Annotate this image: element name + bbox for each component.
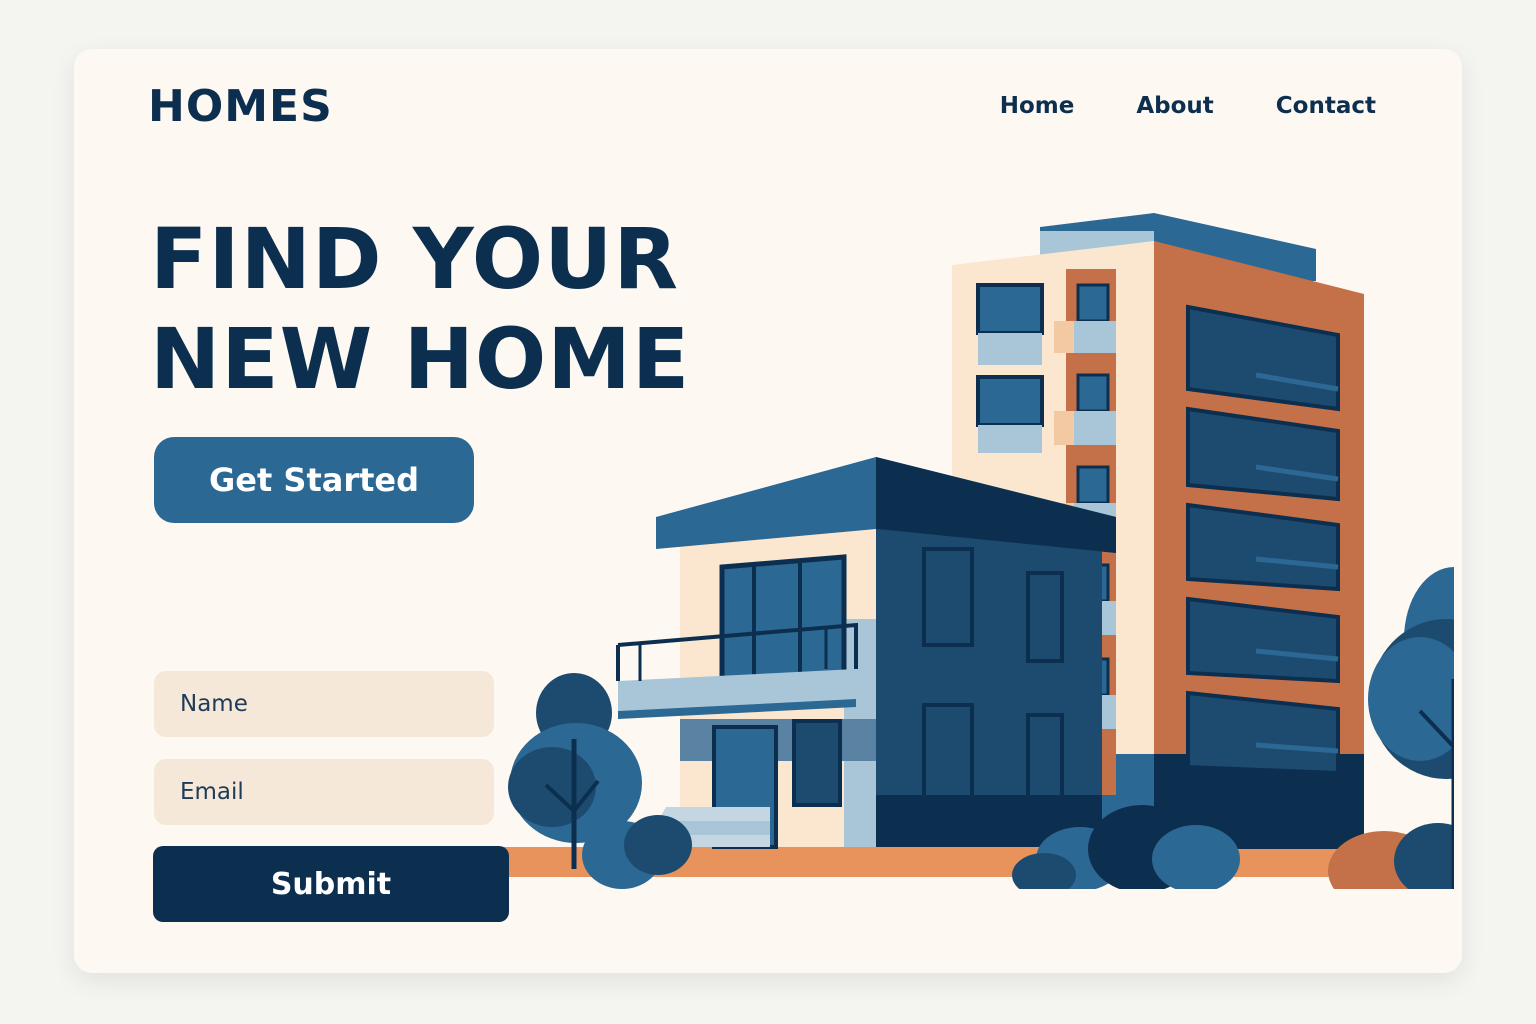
email-field[interactable]	[154, 759, 494, 825]
top-nav: Home About Contact	[1000, 93, 1376, 119]
get-started-button[interactable]: Get Started	[154, 437, 474, 523]
nav-about-link[interactable]: About	[1136, 93, 1213, 119]
submit-button[interactable]: Submit	[153, 846, 509, 922]
buildings-illustration-icon	[494, 213, 1454, 889]
landing-card: HOMES Home About Contact FIND YOUR NEW H…	[74, 49, 1462, 973]
nav-contact-link[interactable]: Contact	[1276, 93, 1376, 119]
logo[interactable]: HOMES	[148, 81, 333, 132]
nav-home-link[interactable]: Home	[1000, 93, 1075, 119]
name-field[interactable]	[154, 671, 494, 737]
